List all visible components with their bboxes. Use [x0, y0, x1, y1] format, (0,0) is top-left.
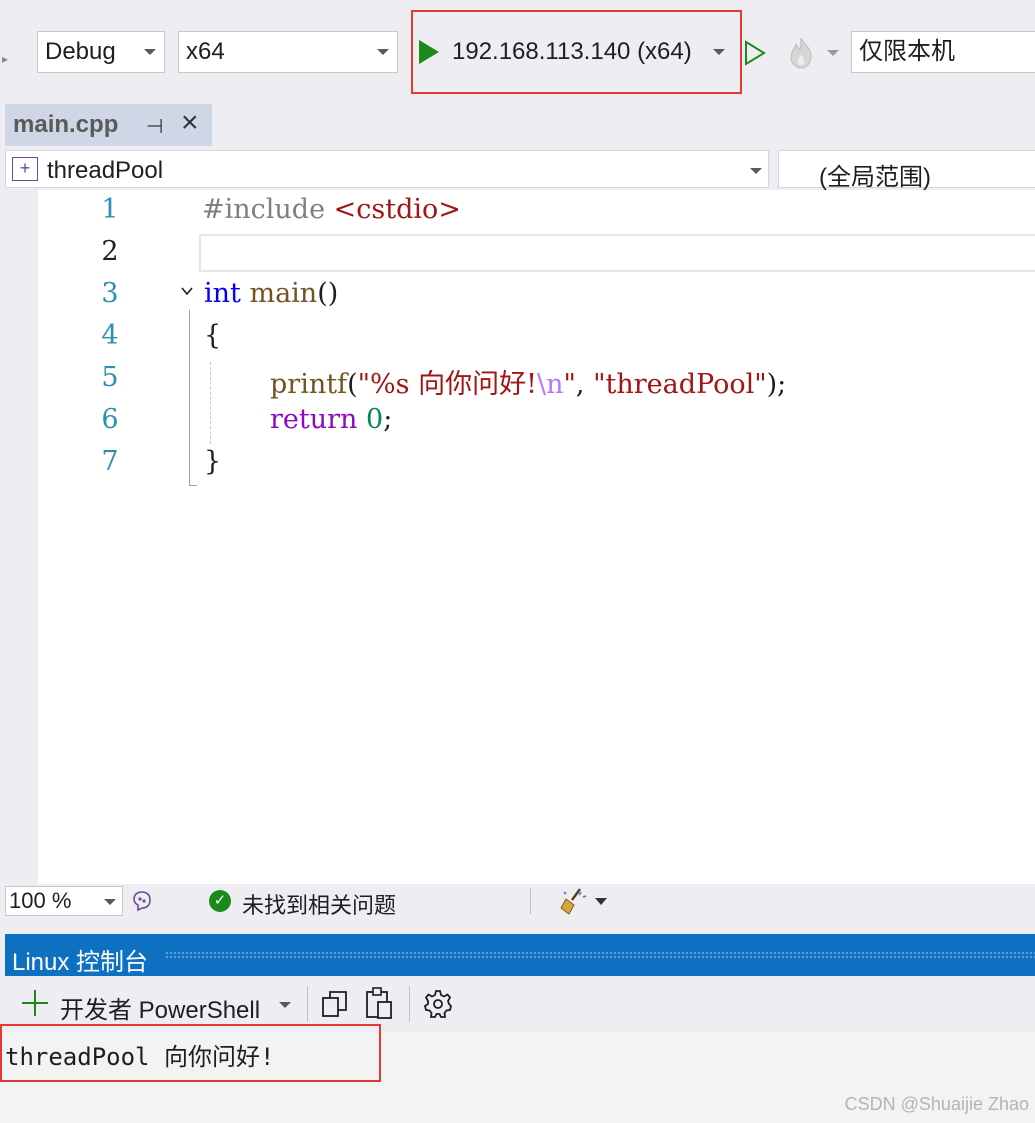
code-line-6: return 0;	[270, 404, 392, 435]
preprocessor-token: #include	[202, 194, 326, 225]
string-literal-token: "threadPool"	[593, 369, 767, 400]
function-call-token: printf	[270, 369, 348, 400]
divider	[530, 888, 531, 914]
scope-nav-dropdown[interactable]: (全局范围)	[778, 150, 1035, 191]
tab-main-cpp[interactable]: main.cpp ⊣ ×	[5, 104, 212, 146]
line-number: 6	[101, 404, 119, 435]
title-grip	[165, 951, 1035, 959]
menu-bar	[0, 0, 1035, 10]
shell-selector[interactable]: 开发者 PowerShell	[60, 990, 260, 1025]
divider	[307, 986, 308, 1022]
number-token: 0	[366, 404, 384, 435]
chevron-down-icon[interactable]	[595, 898, 607, 905]
configuration-dropdown[interactable]: Debug	[37, 31, 165, 73]
pin-icon[interactable]: ⊣	[146, 114, 163, 139]
project-dropdown[interactable]: + threadPool	[5, 150, 769, 188]
highlight-box-target	[411, 10, 742, 94]
line-number: 2	[101, 236, 119, 267]
outline-fold-line	[189, 310, 197, 486]
linux-console-title-bar[interactable]: Linux 控制台	[5, 934, 1035, 976]
zoom-dropdown[interactable]: 100 %	[5, 886, 123, 916]
hot-reload-icon[interactable]	[786, 36, 816, 70]
code-line-7: }	[204, 446, 222, 477]
configuration-value: Debug	[45, 38, 116, 65]
collapse-chevron-icon[interactable]	[180, 284, 194, 298]
navigation-bar: + threadPool (全局范围)	[0, 146, 1035, 191]
string-literal-token: "%s 向你问好!	[357, 369, 537, 400]
code-line-1: #include <cstdio>	[202, 194, 461, 225]
include-path-token: <cstdio>	[333, 194, 461, 225]
intellicode-icon[interactable]	[130, 889, 154, 913]
punctuation-token: ;	[383, 404, 393, 435]
scope-nav-value: (全局范围)	[819, 164, 931, 191]
watermark: CSDN @Shuaijie Zhao	[844, 1094, 1029, 1114]
scope-value: 仅限本机	[859, 38, 955, 65]
close-icon[interactable]: ×	[181, 108, 199, 138]
punctuation-token: );	[766, 369, 787, 400]
chevron-down-icon	[104, 899, 116, 905]
editor-margin	[5, 190, 38, 884]
plus-icon[interactable]	[22, 990, 48, 1016]
highlight-box-output	[0, 1024, 381, 1082]
keyword-token: return	[270, 404, 358, 435]
paste-icon[interactable]	[364, 986, 394, 1020]
panel-title: Linux 控制台	[12, 949, 149, 976]
tab-title: main.cpp	[13, 111, 119, 138]
chevron-down-icon	[377, 49, 389, 55]
project-icon: +	[12, 157, 38, 181]
punctuation-token: ()	[317, 278, 339, 309]
check-circle-icon: ✓	[209, 890, 231, 912]
zoom-value: 100 %	[9, 888, 72, 913]
gear-icon[interactable]	[423, 989, 453, 1019]
escape-sequence-token: \n	[536, 369, 564, 400]
current-line-highlight	[199, 234, 1035, 272]
platform-value: x64	[186, 38, 225, 65]
code-line-3: int main()	[204, 278, 338, 309]
chevron-down-icon[interactable]	[279, 1002, 291, 1008]
chevron-down-icon[interactable]	[827, 50, 839, 56]
code-line-4: {	[204, 320, 222, 351]
start-without-debugging-icon[interactable]	[744, 40, 766, 66]
issues-status[interactable]: 未找到相关问题	[242, 888, 396, 920]
chevron-down-icon	[750, 168, 762, 174]
chevron-down-icon	[144, 49, 156, 55]
indent-guide	[210, 362, 211, 444]
project-name: threadPool	[47, 157, 164, 184]
document-tab-strip: main.cpp ⊣ ×	[0, 96, 1035, 146]
copy-icon[interactable]	[320, 989, 350, 1019]
line-number: 5	[101, 362, 119, 393]
line-number: 4	[101, 320, 119, 351]
line-number: 7	[101, 446, 119, 477]
punctuation-token: (	[347, 369, 358, 400]
line-number: 1	[101, 194, 119, 225]
toolbar-grip[interactable]: ▸	[2, 52, 8, 66]
divider	[409, 986, 410, 1022]
string-quote-token: "	[563, 369, 576, 400]
function-name-token: main	[249, 278, 318, 309]
keyword-token: int	[204, 278, 241, 309]
platform-dropdown[interactable]: x64	[178, 31, 398, 73]
editor-status-bar: 100 % ✓ 未找到相关问题	[0, 884, 1035, 918]
scope-dropdown[interactable]: 仅限本机	[851, 31, 1035, 73]
code-editor[interactable]: 1 2 3 4 5 6 7 #include <cstdio> int main…	[5, 190, 1035, 884]
code-line-5: printf("%s 向你问好!\n", "threadPool");	[270, 362, 786, 401]
code-cleanup-icon[interactable]	[558, 886, 588, 916]
punctuation-token: ,	[575, 369, 594, 400]
line-number: 3	[101, 278, 119, 309]
